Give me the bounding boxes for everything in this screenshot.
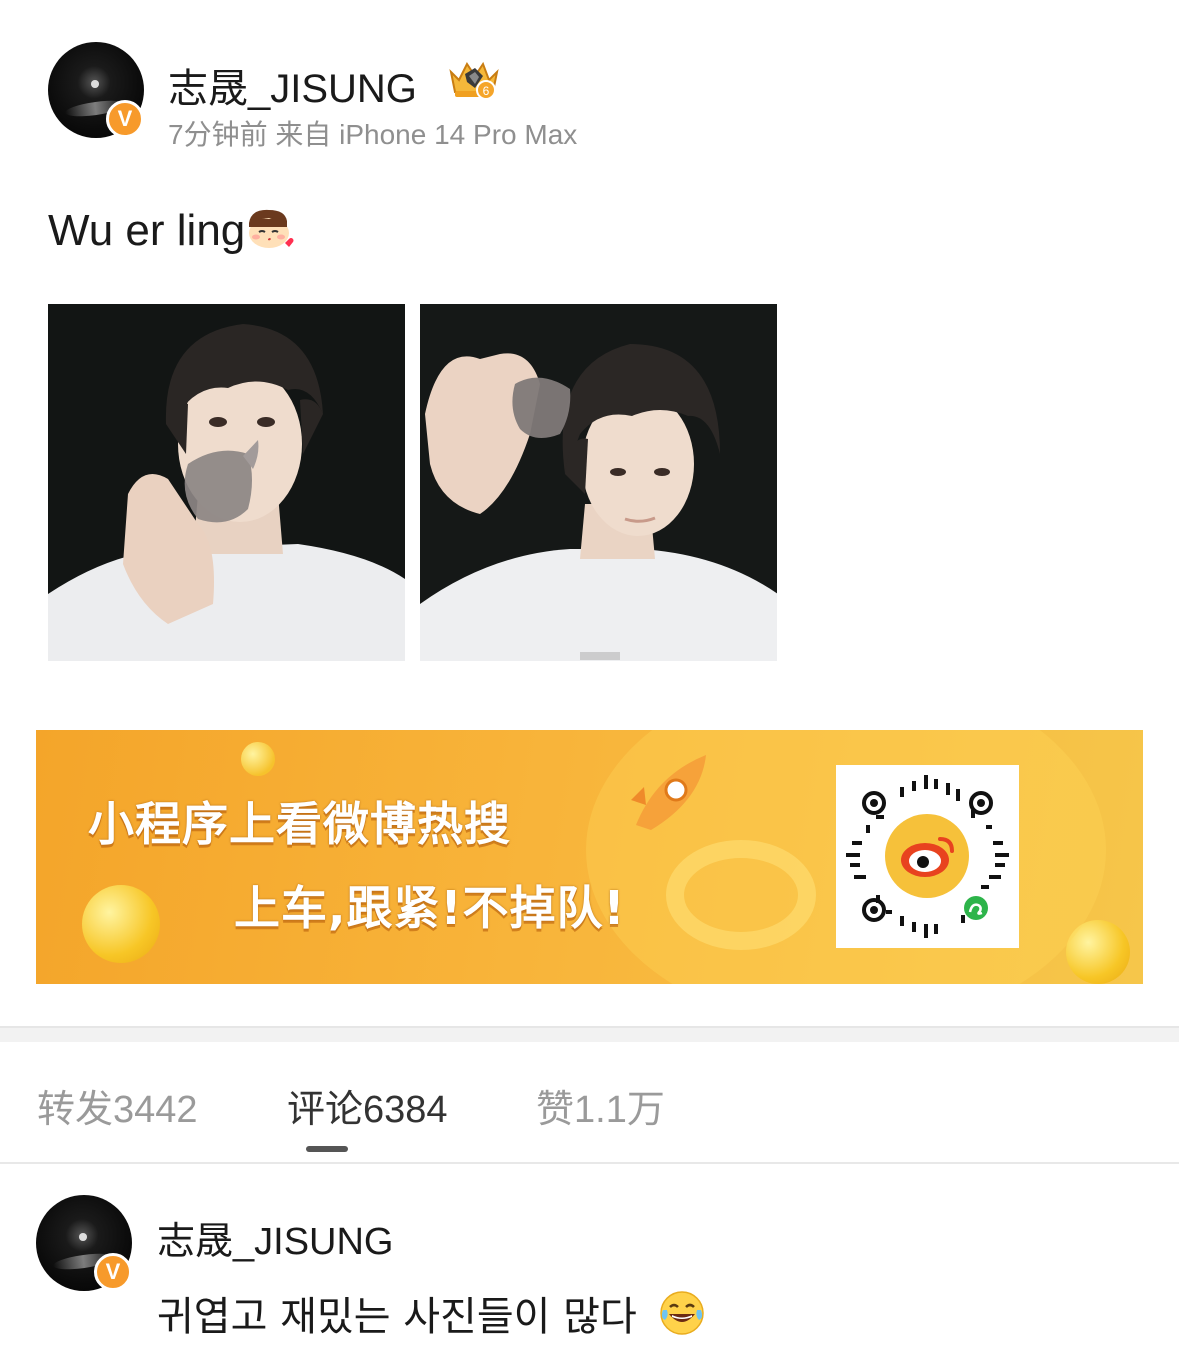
post-text-content: Wu er ling: [48, 206, 246, 255]
avatar-highlight: [79, 1233, 87, 1242]
post-text: Wu er ling: [48, 206, 295, 256]
commenter-name[interactable]: 志晟_JISUNG: [157, 1210, 393, 1265]
section-divider: [0, 1026, 1179, 1042]
banner-line-2: 上车,跟紧!不掉队!: [234, 881, 626, 935]
banner-bubble: [241, 742, 275, 776]
kiss-face-emoji-icon: [245, 207, 295, 251]
rocket-icon: [631, 755, 706, 830]
commenter-avatar[interactable]: V: [36, 1195, 132, 1291]
comment-text-content: 귀엽고 재밌는 사진들이 많다: [157, 1294, 637, 1340]
tab-reposts[interactable]: 转发3442: [37, 1078, 198, 1133]
verified-badge-icon: V: [106, 100, 144, 138]
banner-bubble: [82, 885, 160, 963]
laughing-tears-emoji-icon: [659, 1290, 705, 1336]
mini-program-qr-code[interactable]: [836, 765, 1019, 948]
tab-likes[interactable]: 赞1.1万: [536, 1078, 665, 1133]
tabs-divider: [0, 1162, 1179, 1164]
avatar-highlight: [91, 80, 99, 89]
verified-badge-icon: V: [94, 1253, 132, 1291]
member-level: 6: [483, 84, 490, 98]
member-crown-badge-icon: 6: [449, 61, 499, 100]
post-photo-1[interactable]: [48, 304, 405, 661]
author-name[interactable]: 志晟_JISUNG: [168, 56, 417, 114]
banner-line-1: 小程序上看微博热搜: [88, 797, 511, 851]
post-meta: 7分钟前 来自 iPhone 14 Pro Max: [168, 119, 578, 150]
tab-comments[interactable]: 评论6384: [287, 1078, 448, 1133]
author-avatar[interactable]: V: [48, 42, 144, 138]
mini-program-banner[interactable]: 小程序上看微博热搜 上车,跟紧!不掉队!: [36, 730, 1143, 984]
post-photo-2[interactable]: [420, 304, 777, 661]
comment-text: 귀엽고 재밌는 사진들이 많다: [157, 1284, 705, 1342]
banner-swirl: [666, 840, 816, 950]
active-tab-indicator: [306, 1146, 348, 1152]
